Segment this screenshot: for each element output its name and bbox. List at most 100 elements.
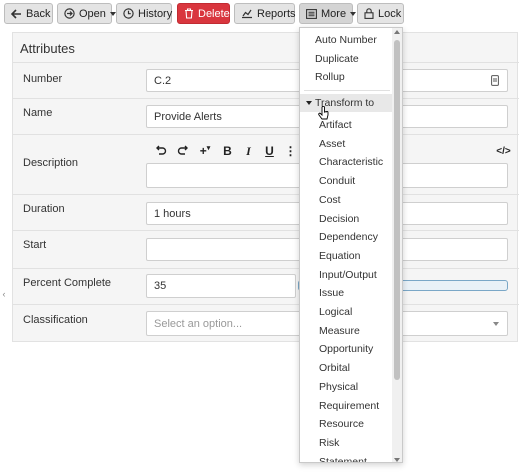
menu-item-transform-4-label: Cost — [319, 193, 341, 206]
description-row: Description +▾ B I U ⋮ </> — [13, 134, 519, 194]
menu-item-transform-4[interactable]: Cost — [300, 191, 392, 209]
menu-item-transform-to[interactable]: Transform to — [300, 94, 392, 112]
back-button[interactable]: Back — [4, 3, 53, 24]
menu-item-transform-2[interactable]: Characteristic — [300, 153, 392, 171]
name-row: Name Provide Alerts — [13, 98, 519, 134]
scroll-down-icon[interactable] — [394, 458, 400, 462]
redo-icon[interactable] — [172, 144, 193, 158]
reports-label: Reports — [257, 7, 296, 20]
history-button[interactable]: History — [116, 3, 172, 24]
start-row: Start — [13, 230, 519, 268]
name-value: Provide Alerts — [154, 110, 222, 123]
reports-button[interactable]: Reports — [234, 3, 296, 24]
menu-item-transform-7-label: Equation — [319, 249, 361, 262]
menu-item-transform-14-label: Physical — [319, 380, 359, 393]
menu-item-transform-3[interactable]: Conduit — [300, 172, 392, 190]
insert-icon[interactable]: +▾ — [193, 144, 217, 158]
number-label: Number — [23, 73, 63, 85]
more-label: More — [321, 7, 347, 20]
attributes-panel: Attributes Number C.2 Name Provide Alert… — [12, 32, 519, 342]
menu-item-transform-12[interactable]: Opportunity — [300, 340, 392, 358]
open-button[interactable]: Open — [57, 3, 116, 24]
menu-item-transform-10-label: Logical — [319, 306, 353, 318]
menu-item-2[interactable]: Rollup — [300, 68, 392, 86]
collapse-handle-icon[interactable]: ‹ — [0, 283, 8, 305]
panel-title: Attributes — [20, 41, 75, 56]
code-view-icon[interactable]: </> — [493, 146, 514, 157]
menu-item-transform-13[interactable]: Orbital — [300, 359, 392, 377]
menu-item-transform-11-label: Measure — [319, 324, 360, 337]
number-value: C.2 — [154, 74, 172, 87]
back-label: Back — [26, 7, 51, 20]
percent-value: 35 — [154, 280, 167, 292]
menu-item-transform-16-label: Resource — [319, 418, 364, 431]
bold-icon[interactable]: B — [217, 144, 238, 158]
menu-item-1-label: Duplicate — [315, 52, 359, 65]
menu-item-transform-3-label: Conduit — [319, 175, 356, 188]
name-label: Name — [23, 107, 53, 119]
menu-item-transform-9-label: Issue — [319, 287, 345, 300]
menu-item-transform-18[interactable]: Statement — [300, 453, 392, 463]
menu-item-transform-12-label: Opportunity — [319, 343, 374, 356]
menu-scrollbar[interactable] — [392, 28, 402, 462]
toolbar: Back Open History Delete Reports More Lo… — [0, 0, 520, 28]
italic-icon[interactable]: I — [238, 144, 259, 159]
arrow-left-icon — [11, 8, 22, 20]
percent-label: Percent Complete — [23, 277, 112, 289]
menu-item-0[interactable]: Auto Number — [300, 31, 392, 49]
menu-item-transform-18-label: Statement — [319, 455, 367, 463]
trash-icon — [184, 8, 194, 20]
duration-label: Duration — [23, 203, 65, 215]
report-icon — [241, 8, 253, 20]
menu-item-transform-10[interactable]: Logical — [300, 303, 392, 321]
delete-label: Delete — [198, 7, 230, 20]
menu-item-transform-14[interactable]: Physical — [300, 378, 392, 396]
classification-label: Classification — [23, 314, 88, 326]
clock-icon — [123, 8, 134, 20]
menu-item-transform-17-label: Risk — [319, 436, 340, 449]
menu-item-1[interactable]: Duplicate — [300, 50, 392, 68]
delete-button[interactable]: Delete — [177, 3, 230, 24]
classification-row: Classification Select an option... — [13, 304, 519, 342]
menu-item-transform-1[interactable]: Asset — [300, 135, 392, 153]
caret-down-icon — [306, 101, 312, 105]
number-row: Number C.2 — [13, 62, 519, 98]
menu-divider — [304, 90, 390, 91]
menu-item-0-label: Auto Number — [315, 34, 377, 46]
menu-item-transform-6[interactable]: Dependency — [300, 228, 392, 246]
scrollbar-thumb[interactable] — [394, 40, 400, 380]
undo-icon[interactable] — [151, 144, 172, 158]
percent-field[interactable]: 35 — [146, 274, 296, 298]
underline-icon[interactable]: U — [259, 144, 280, 158]
duration-row: Duration 1 hours — [13, 194, 519, 230]
mouse-pointer-icon — [318, 105, 330, 122]
lock-button[interactable]: Lock — [357, 3, 404, 24]
menu-item-transform-15[interactable]: Requirement — [300, 397, 392, 415]
circle-arrow-icon — [64, 8, 75, 20]
menu-item-2-label: Rollup — [315, 71, 345, 83]
chevron-down-icon — [350, 11, 357, 16]
menu-item-transform-11[interactable]: Measure — [300, 322, 392, 340]
menu-item-transform-5-label: Decision — [319, 212, 360, 225]
description-label: Description — [23, 157, 79, 169]
menu-item-transform-17[interactable]: Risk — [300, 434, 392, 452]
lock-icon — [364, 8, 374, 20]
scroll-up-icon[interactable] — [394, 30, 400, 34]
id-card-icon[interactable] — [491, 75, 499, 89]
menu-item-transform-1-label: Asset — [319, 137, 346, 150]
more-options-icon[interactable]: ⋮ — [280, 144, 301, 158]
menu-item-transform-8-label: Input/Output — [319, 268, 377, 281]
menu-item-transform-7[interactable]: Equation — [300, 247, 392, 265]
menu-item-transform-9[interactable]: Issue — [300, 284, 392, 302]
menu-item-transform-8[interactable]: Input/Output — [300, 266, 392, 284]
start-label: Start — [23, 239, 47, 251]
open-label: Open — [79, 7, 106, 20]
menu-item-transform-5[interactable]: Decision — [300, 210, 392, 228]
menu-item-transform-0[interactable]: Artifact — [300, 116, 392, 134]
classification-placeholder: Select an option... — [154, 317, 243, 330]
menu-item-transform-16[interactable]: Resource — [300, 415, 392, 433]
more-button[interactable]: More — [299, 3, 357, 24]
menu-item-transform-13-label: Orbital — [319, 362, 350, 375]
menu-item-transform-2-label: Characteristic — [319, 156, 384, 169]
menu-item-transform-6-label: Dependency — [319, 231, 378, 244]
